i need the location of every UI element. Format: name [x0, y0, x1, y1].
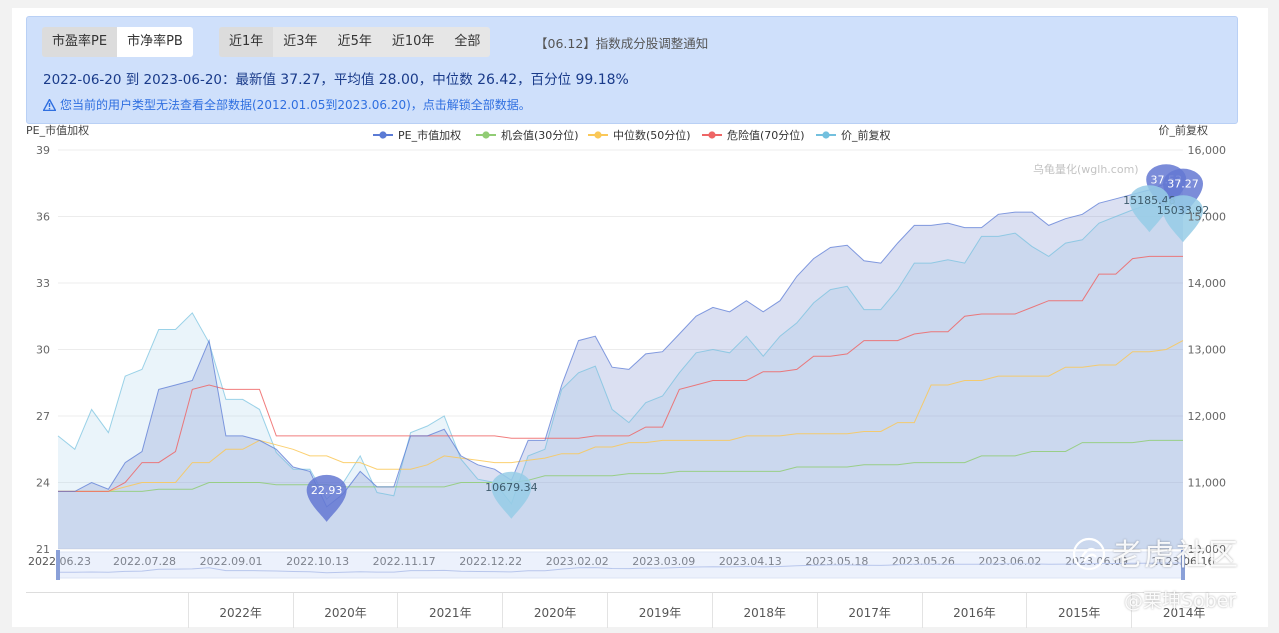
table-header-cell: 2016年: [921, 593, 1027, 628]
legend-dot-icon: [379, 131, 387, 139]
legend-label[interactable]: 价_前复权: [841, 128, 891, 142]
table-header-cell: 2021年: [397, 593, 502, 628]
chart-svg: PE_市值加权 价_前复权 PE_市值加权 机会值(30分位) 中位数(50分位) 危…: [26, 123, 1227, 580]
legend-label[interactable]: 危险值(70分位): [727, 128, 805, 142]
y-axis-right-label: 价_前复权: [1159, 123, 1209, 137]
valuation-control-panel: 市盈率PE 市净率PB 近1年 近3年 近5年 近10年 全部 【06.12】指…: [26, 16, 1238, 124]
y-tick-left-label: 24: [36, 477, 50, 490]
tab-1y[interactable]: 近1年: [219, 27, 274, 57]
legend-dot-icon: [708, 131, 716, 139]
marker-label: 10679.34: [485, 481, 538, 494]
tiger-brand-text: 老虎社区: [1112, 538, 1240, 573]
y-tick-right-label: 13,000: [1188, 344, 1227, 357]
legend-dot-icon: [594, 131, 602, 139]
unlock-warning[interactable]: 您当前的用户类型无法查看全部数据(2012.01.05到2023.06.20)，…: [43, 96, 531, 113]
metric-tab-group: 市盈率PE 市净率PB: [42, 27, 193, 57]
yearly-table-header: 2022年 2020年 2021年 2020年 2019年 2018年 2017…: [26, 592, 1236, 628]
y-tick-right-label: 16,000: [1188, 144, 1227, 157]
tab-pe[interactable]: 市盈率PE: [42, 27, 118, 57]
warning-icon: [43, 98, 56, 111]
stats-mean: 28.00: [378, 72, 419, 88]
chart-legend: PE_市值加权 机会值(30分位) 中位数(50分位) 危险值(70分位) 价_前复权: [373, 128, 891, 142]
chart-areas: [58, 183, 1183, 550]
valuation-chart: PE_市值加权 价_前复权 PE_市值加权 机会值(30分位) 中位数(50分位) 危…: [0, 122, 1279, 592]
y-tick-left-label: 33: [36, 277, 50, 290]
datazoom-slider[interactable]: [56, 550, 1185, 580]
tab-5y[interactable]: 近5年: [328, 27, 382, 57]
table-header-cell: [26, 593, 188, 628]
tab-pb[interactable]: 市净率PB: [117, 27, 193, 57]
tiger-logo-icon: [1072, 537, 1106, 571]
table-header-cell: 2019年: [607, 593, 712, 628]
table-header-cell: 2022年: [187, 593, 293, 628]
datazoom-handle-left[interactable]: [56, 550, 60, 580]
datazoom-track[interactable]: [57, 551, 1184, 579]
table-header-cell: 2020年: [292, 593, 398, 628]
marker-label: 22.93: [311, 484, 343, 497]
stats-median-label: ，中位数: [418, 72, 473, 88]
stats-median: 26.42: [477, 72, 518, 88]
legend-label[interactable]: 中位数(50分位): [613, 128, 691, 142]
stats-range: 2022-06-20 到 2023-06-20：: [43, 72, 236, 88]
y-tick-right-label: 15,000: [1188, 211, 1227, 224]
table-header-cell: 2017年: [816, 593, 922, 628]
marker-label: 37.27: [1167, 178, 1199, 191]
stats-pct-label: ，百分位: [517, 72, 572, 88]
y-tick-left-label: 39: [36, 144, 50, 157]
site-watermark: 乌龟量化(wglh.com): [1033, 162, 1139, 176]
y-tick-left-label: 27: [36, 410, 50, 423]
tab-3y[interactable]: 近3年: [273, 27, 327, 57]
author-watermark: @栗坤Sober: [1124, 590, 1237, 612]
tab-10y[interactable]: 近10年: [382, 27, 445, 57]
y-tick-right-label: 14,000: [1188, 277, 1227, 290]
stats-latest-label: 最新值: [235, 72, 277, 88]
legend-dot-icon: [482, 131, 490, 139]
pe-area: [58, 183, 1183, 550]
stats-mean-label: ，平均值: [320, 72, 375, 88]
y-tick-right-label: 12,000: [1188, 410, 1227, 423]
y-tick-right-label: 11,000: [1188, 477, 1227, 490]
legend-dot-icon: [822, 131, 830, 139]
legend-label[interactable]: PE_市值加权: [398, 128, 461, 142]
stats-percentile: 99.18%: [575, 72, 629, 88]
stats-latest: 37.27: [280, 72, 321, 88]
y-tick-left-label: 30: [36, 344, 50, 357]
y-tick-left-label: 36: [36, 211, 50, 224]
warning-text: 您当前的用户类型无法查看全部数据(2012.01.05到2023.06.20)，…: [60, 98, 531, 112]
tiger-community-watermark: 老虎社区: [1072, 530, 1240, 574]
stats-summary: 2022-06-20 到 2023-06-20：最新值 37.27，平均值 28…: [43, 68, 629, 88]
legend-label[interactable]: 机会值(30分位): [501, 128, 579, 142]
range-tab-group: 近1年 近3年 近5年 近10年 全部: [219, 27, 491, 57]
y-axis-left-label: PE_市值加权: [26, 123, 89, 137]
table-header-cell: 2020年: [502, 593, 607, 628]
table-header-cell: 2015年: [1026, 593, 1131, 628]
table-header-cell: 2018年: [711, 593, 817, 628]
index-notice-link[interactable]: 【06.12】指数成分股调整通知: [535, 33, 708, 52]
tab-all[interactable]: 全部: [444, 27, 490, 57]
